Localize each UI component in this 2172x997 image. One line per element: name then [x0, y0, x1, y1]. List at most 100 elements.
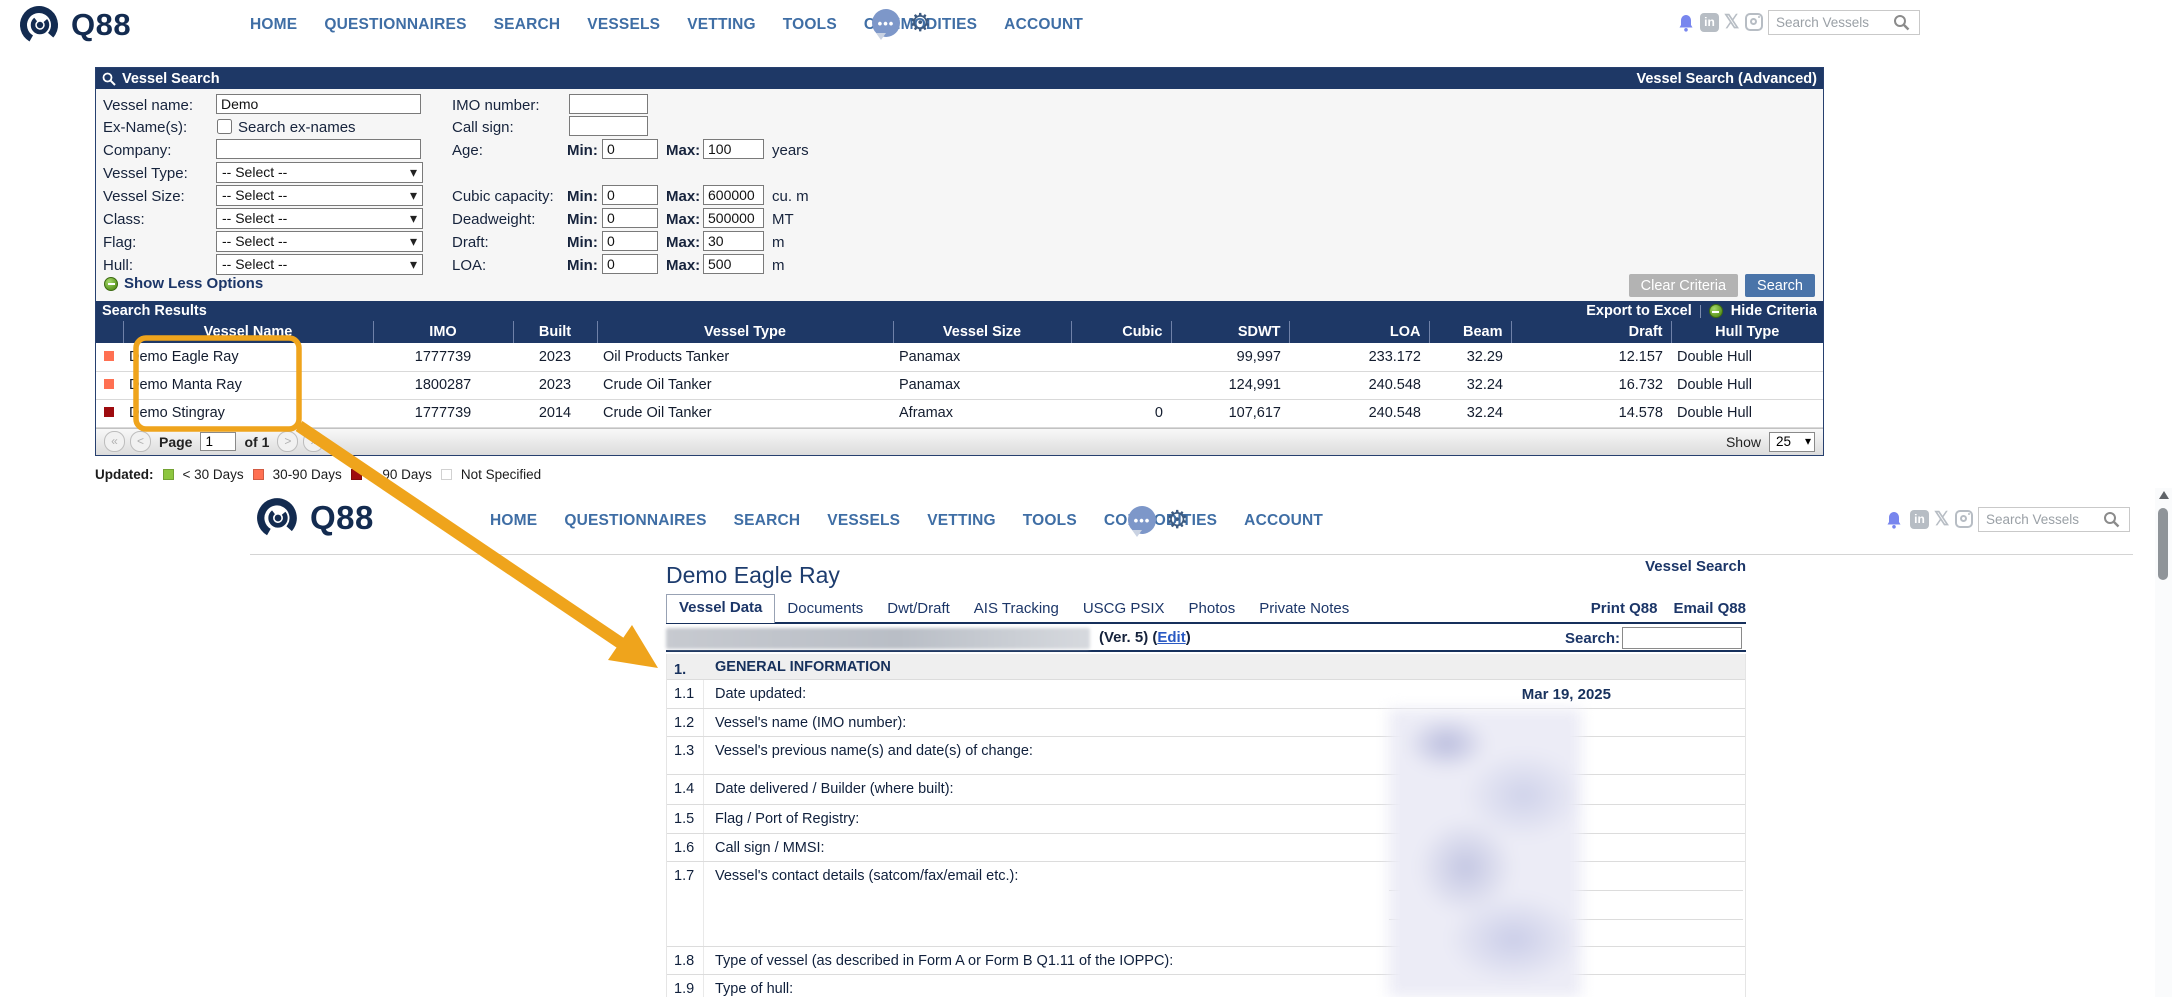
q88-logo[interactable]: Q88: [18, 4, 131, 46]
draft-max-input[interactable]: [703, 231, 764, 251]
vessel-name-label: Vessel name:: [103, 97, 193, 114]
class-select[interactable]: -- Select --: [216, 208, 423, 229]
draft-min-input[interactable]: [602, 231, 658, 251]
nav-vessels[interactable]: VESSELS: [827, 512, 900, 530]
nav-questionnaires[interactable]: QUESTIONNAIRES: [564, 512, 706, 530]
nav-vetting[interactable]: VETTING: [927, 512, 996, 530]
edit-link[interactable]: Edit: [1157, 629, 1185, 646]
vessel-name-input[interactable]: [216, 94, 421, 114]
nav-search[interactable]: SEARCH: [734, 512, 801, 530]
flag-select[interactable]: -- Select --: [216, 231, 423, 252]
col-imo[interactable]: IMO: [373, 321, 513, 343]
tab-uscg-psix[interactable]: USCG PSIX: [1071, 596, 1177, 622]
last-page-button[interactable]: »: [303, 431, 324, 452]
scrollbar[interactable]: [2155, 488, 2172, 997]
hull-select[interactable]: -- Select --: [216, 254, 423, 275]
scrollbar-up-arrow[interactable]: [2159, 491, 2169, 499]
print-q88-link[interactable]: Print Q88: [1591, 600, 1658, 617]
age-max-input[interactable]: [703, 139, 764, 159]
tab-documents[interactable]: Documents: [775, 596, 875, 622]
chat-icon[interactable]: •••: [1128, 506, 1158, 536]
col-vessel-type[interactable]: Vessel Type: [597, 321, 893, 343]
instagram-icon[interactable]: [1745, 13, 1763, 31]
email-q88-link[interactable]: Email Q88: [1673, 600, 1746, 617]
call-sign-input[interactable]: [569, 116, 648, 136]
first-page-button[interactable]: «: [104, 431, 125, 452]
chat-icon[interactable]: •••: [872, 9, 902, 39]
col-sdwt[interactable]: SDWT: [1171, 321, 1289, 343]
scrollbar-thumb[interactable]: [2158, 508, 2168, 580]
col-built[interactable]: Built: [513, 321, 597, 343]
nav-tools[interactable]: TOOLS: [1023, 512, 1077, 530]
company-input[interactable]: [216, 139, 421, 159]
panel-title: Vessel Search: [122, 71, 220, 87]
age-label: Age:: [452, 142, 483, 159]
cell-vessel-name[interactable]: Demo Manta Ray: [123, 371, 373, 399]
vessel-search-back-link[interactable]: Vessel Search: [1645, 558, 1746, 575]
gear-icon[interactable]: ⚙: [1166, 508, 1188, 533]
nav-home[interactable]: HOME: [490, 512, 537, 530]
col-loa[interactable]: LOA: [1289, 321, 1429, 343]
search-ex-names-checkbox[interactable]: [217, 119, 232, 134]
x-icon[interactable]: 𝕏: [1934, 510, 1949, 529]
loa-max-input[interactable]: [703, 254, 764, 274]
cell-vessel-name[interactable]: Demo Stingray: [123, 399, 373, 427]
hide-criteria-link[interactable]: Hide Criteria: [1731, 303, 1817, 319]
export-to-excel-link[interactable]: Export to Excel: [1586, 303, 1692, 319]
nav-tools[interactable]: TOOLS: [783, 16, 837, 34]
age-min-input[interactable]: [602, 139, 658, 159]
vessel-type-select[interactable]: -- Select --: [216, 162, 423, 183]
detail-search-input[interactable]: [1622, 627, 1742, 649]
gear-icon[interactable]: ⚙: [909, 11, 931, 36]
tab-ais-tracking[interactable]: AIS Tracking: [962, 596, 1071, 622]
linkedin-icon[interactable]: in: [1700, 13, 1719, 32]
col-vessel-size[interactable]: Vessel Size: [893, 321, 1071, 343]
search-icon[interactable]: [1893, 14, 1910, 31]
result-row-demo-manta-ray[interactable]: Demo Manta Ray 1800287 2023 Crude Oil Ta…: [96, 371, 1823, 399]
tab-private-notes[interactable]: Private Notes: [1247, 596, 1361, 622]
nav-search[interactable]: SEARCH: [494, 16, 561, 34]
page-size-select[interactable]: 25: [1769, 432, 1815, 452]
deadweight-max-input[interactable]: [703, 208, 764, 228]
bell-icon[interactable]: [1678, 14, 1694, 32]
show-less-options-link[interactable]: Show Less Options: [104, 275, 263, 292]
nav-account[interactable]: ACCOUNT: [1004, 16, 1083, 34]
clear-criteria-button[interactable]: Clear Criteria: [1629, 274, 1738, 297]
tab-dwt-draft[interactable]: Dwt/Draft: [875, 596, 962, 622]
row-number: 1.5: [667, 805, 704, 833]
nav-vessels[interactable]: VESSELS: [587, 16, 660, 34]
col-draft[interactable]: Draft: [1511, 321, 1671, 343]
nav-account[interactable]: ACCOUNT: [1244, 512, 1323, 530]
col-hull-type[interactable]: Hull Type: [1671, 321, 1823, 343]
search-button[interactable]: Search: [1745, 274, 1815, 297]
cubic-min-input[interactable]: [602, 185, 658, 205]
page-input[interactable]: [200, 432, 236, 451]
nav-questionnaires[interactable]: QUESTIONNAIRES: [324, 16, 466, 34]
result-row-demo-eagle-ray[interactable]: Demo Eagle Ray 1777739 2023 Oil Products…: [96, 343, 1823, 371]
loa-min-input[interactable]: [602, 254, 658, 274]
linkedin-icon[interactable]: in: [1910, 510, 1929, 529]
x-icon[interactable]: 𝕏: [1724, 13, 1739, 32]
result-row-demo-stingray[interactable]: Demo Stingray 1777739 2014 Crude Oil Tan…: [96, 399, 1823, 427]
search-icon[interactable]: [2103, 511, 2120, 528]
cell-loa: 233.172: [1289, 343, 1429, 371]
next-page-button[interactable]: >: [277, 431, 298, 452]
cubic-max-input[interactable]: [703, 185, 764, 205]
bell-icon[interactable]: [1886, 511, 1902, 529]
tab-vessel-data[interactable]: Vessel Data: [666, 594, 775, 623]
imo-input[interactable]: [569, 94, 648, 114]
nav-home[interactable]: HOME: [250, 16, 297, 34]
tab-photos[interactable]: Photos: [1177, 596, 1248, 622]
cell-vessel-name[interactable]: Demo Eagle Ray: [123, 343, 373, 371]
col-vessel-name[interactable]: Vessel Name: [123, 321, 373, 343]
advanced-search-link[interactable]: Vessel Search (Advanced): [1636, 71, 1817, 87]
nav-vetting[interactable]: VETTING: [687, 16, 756, 34]
deadweight-min-input[interactable]: [602, 208, 658, 228]
col-cubic[interactable]: Cubic: [1071, 321, 1171, 343]
q88-logo[interactable]: Q88: [255, 496, 374, 540]
nav-commodities[interactable]: COMMODITIES: [1104, 512, 1217, 530]
prev-page-button[interactable]: <: [130, 431, 151, 452]
col-beam[interactable]: Beam: [1429, 321, 1511, 343]
vessel-size-select[interactable]: -- Select --: [216, 185, 423, 206]
instagram-icon[interactable]: [1955, 510, 1973, 528]
